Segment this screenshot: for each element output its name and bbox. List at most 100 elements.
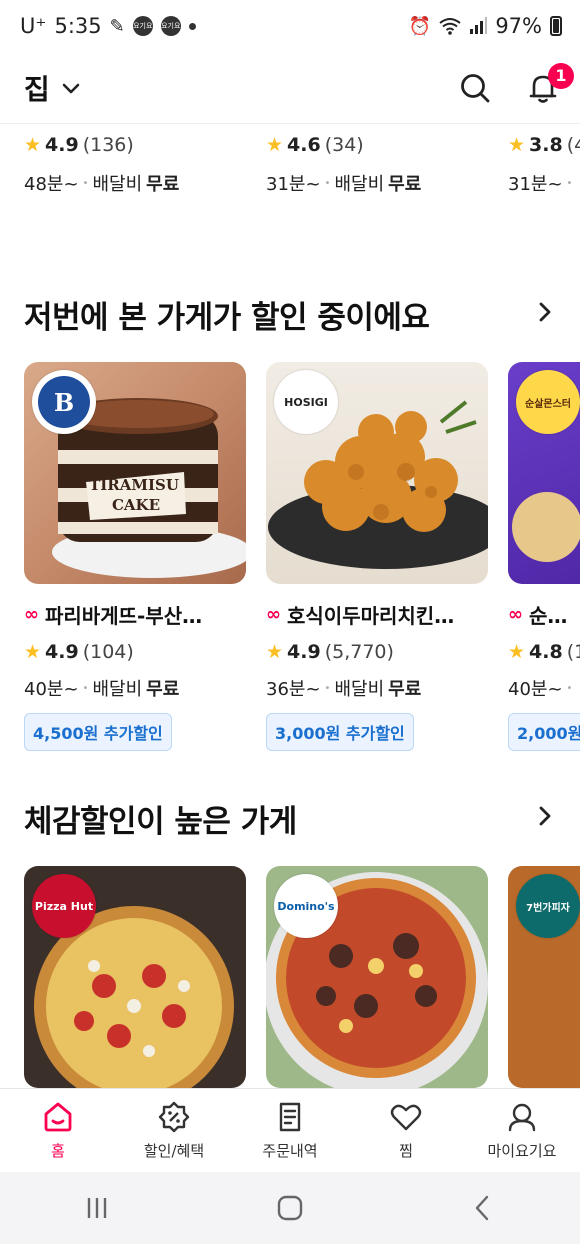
chevron-down-icon bbox=[62, 83, 80, 93]
home-button-icon[interactable] bbox=[275, 1193, 305, 1223]
store-rating: ★ 4.9 (5,770) bbox=[266, 641, 488, 663]
heart-icon bbox=[390, 1104, 422, 1131]
store-logo: 7번가피자 bbox=[516, 874, 580, 938]
store-name-row: ∞ 파리바게뜨-부산… bbox=[24, 600, 246, 629]
address-label: 집 bbox=[24, 72, 50, 106]
cake-label-line2: CAKE bbox=[112, 496, 160, 514]
previous-section-row: ★ 4.9 (136) 48분~ • 배달비 무료 ★ 4.6 (34) 31분~ • 배달비 무료… bbox=[0, 126, 580, 206]
store-info[interactable]: ★ 4.9 (136) 48분~ • 배달비 무료 bbox=[24, 134, 254, 196]
store-info[interactable]: ★ 4.6 (34) 31분~ • 배달비 무료 bbox=[266, 134, 496, 196]
review-count: (4) bbox=[566, 134, 580, 156]
delivery-info: 40분~ • bbox=[508, 675, 580, 701]
delivery-fee-label: 배달비 bbox=[92, 679, 143, 700]
address-selector[interactable]: 집 bbox=[24, 68, 82, 108]
battery-percent: 97% bbox=[495, 14, 542, 38]
delivery-info: 31분~ • 배달비 무료 bbox=[266, 170, 496, 196]
wifi-icon bbox=[439, 18, 461, 35]
delivery-info: 48분~ • 배달비 무료 bbox=[24, 170, 254, 196]
receipt-icon bbox=[279, 1102, 301, 1132]
home-icon bbox=[44, 1102, 72, 1132]
delivery-fee: 무료 bbox=[146, 174, 180, 195]
review-count: (136) bbox=[82, 134, 134, 156]
search-icon[interactable] bbox=[458, 71, 492, 105]
store-rating: ★ 4.9 (104) bbox=[24, 641, 246, 663]
nav-item-favorites[interactable]: 찜 bbox=[348, 1089, 464, 1172]
store-logo: Domino's bbox=[274, 874, 338, 938]
infinity-badge-icon: ∞ bbox=[266, 604, 281, 625]
alarm-icon: ⏰ bbox=[408, 15, 432, 37]
more-notifications-icon bbox=[188, 22, 196, 30]
delivery-time: 48분~ bbox=[24, 174, 79, 195]
app-notification-icon: 요기요 bbox=[132, 16, 153, 36]
chevron-right-icon[interactable] bbox=[534, 805, 556, 827]
store-card[interactable]: 순살몬스터 ∞ 순실… ★4.8(16 40분~• 2,000원 bbox=[508, 362, 580, 751]
store-image: 순살몬스터 bbox=[508, 362, 580, 584]
store-logo: 순살몬스터 bbox=[516, 370, 580, 434]
store-card[interactable]: Pizza Hut bbox=[24, 866, 246, 1088]
discount-badge: 2,000원 bbox=[508, 713, 580, 751]
infinity-badge-icon: ∞ bbox=[24, 604, 39, 625]
review-count: (16 bbox=[566, 641, 580, 663]
delivery-time: 31분~ bbox=[266, 174, 321, 195]
nav-label: 찜 bbox=[399, 1142, 413, 1160]
app-header: 집 1 bbox=[0, 52, 580, 124]
delivery-info: 36분~ • 배달비 무료 bbox=[266, 675, 488, 701]
delivery-fee: 무료 bbox=[388, 679, 422, 700]
store-card[interactable]: HOSIGI ∞ 호식이두마리치킨… ★ 4.9 (5,770) 36분~ • 배달비 무… bbox=[266, 362, 488, 751]
delivery-fee: 무료 bbox=[388, 174, 422, 195]
system-navigation-bar bbox=[0, 1172, 580, 1244]
store-rating: ★ 4.6 (34) bbox=[266, 134, 496, 156]
store-rating: ★4.8(16 bbox=[508, 641, 580, 663]
infinity-badge-icon: ∞ bbox=[508, 604, 523, 625]
store-name-row: ∞ 순실… bbox=[508, 600, 580, 629]
chevron-right-icon[interactable] bbox=[534, 301, 556, 323]
store-card[interactable]: 7번가피자 bbox=[508, 866, 580, 1088]
store-card[interactable]: Domino's bbox=[266, 866, 488, 1088]
nav-label: 마이요기요 bbox=[487, 1142, 557, 1160]
discount-badge: 4,500원 추가할인 bbox=[24, 713, 172, 751]
delivery-fee-label: 배달비 bbox=[334, 679, 385, 700]
store-info[interactable]: ★3.8(4) 31분~• bbox=[508, 134, 580, 196]
battery-icon bbox=[550, 16, 562, 36]
notification-badge: 1 bbox=[548, 62, 574, 89]
star-icon: ★ bbox=[508, 641, 526, 663]
store-logo: Pizza Hut bbox=[32, 874, 96, 938]
delivery-fee: 무료 bbox=[146, 679, 180, 700]
back-icon[interactable] bbox=[468, 1193, 498, 1223]
store-logo: HOSIGI bbox=[274, 370, 338, 434]
rating-value: 4.9 bbox=[45, 641, 79, 663]
nav-item-my[interactable]: 마이요기요 bbox=[464, 1089, 580, 1172]
nav-label: 주문내역 bbox=[262, 1142, 318, 1160]
delivery-fee-label: 배달비 bbox=[334, 174, 385, 195]
store-logo: B bbox=[32, 370, 96, 434]
delivery-info: 31분~ • bbox=[508, 170, 580, 196]
store-image: TIRAMISU CAKE B bbox=[24, 362, 246, 584]
review-count: (5,770) bbox=[324, 641, 394, 663]
store-image: Pizza Hut bbox=[24, 866, 246, 1088]
app-notification-icon: 요기요 bbox=[160, 16, 181, 36]
store-card[interactable]: TIRAMISU CAKE B ∞ 파리바게뜨-부산… ★ 4.9 (104) 40… bbox=[24, 362, 246, 751]
signal-icon bbox=[470, 17, 488, 34]
section-title-high-discount: 체감할인이 높은 가게 bbox=[24, 804, 297, 840]
bird-icon: ✎ bbox=[109, 15, 125, 37]
star-icon: ★ bbox=[266, 134, 284, 156]
store-rating: ★3.8(4) bbox=[508, 134, 580, 156]
recent-apps-icon[interactable] bbox=[82, 1193, 112, 1223]
nav-item-discount[interactable]: 할인/혜택 bbox=[116, 1089, 232, 1172]
notification-button[interactable]: 1 bbox=[526, 62, 574, 105]
nav-item-orders[interactable]: 주문내역 bbox=[232, 1089, 348, 1172]
discount-badge: 3,000원 추가할인 bbox=[266, 713, 414, 751]
nav-label: 할인/혜택 bbox=[143, 1142, 205, 1160]
rating-value: 3.8 bbox=[529, 134, 563, 156]
nav-label: 홈 bbox=[51, 1142, 65, 1160]
star-icon: ★ bbox=[24, 134, 42, 156]
delivery-time: 36분~ bbox=[266, 679, 321, 700]
store-rating: ★ 4.9 (136) bbox=[24, 134, 254, 156]
clock: 5:35 bbox=[54, 14, 102, 38]
store-name: 순실… bbox=[529, 604, 580, 628]
cake-label-line1: TIRAMISU bbox=[89, 476, 179, 494]
store-name: 호식이두마리치킨… bbox=[287, 604, 455, 628]
nav-item-home[interactable]: 홈 bbox=[0, 1089, 116, 1172]
rating-value: 4.6 bbox=[287, 134, 321, 156]
bottom-navigation: 홈 할인/혜택 주문내역 찜 마이요기요 bbox=[0, 1088, 580, 1172]
